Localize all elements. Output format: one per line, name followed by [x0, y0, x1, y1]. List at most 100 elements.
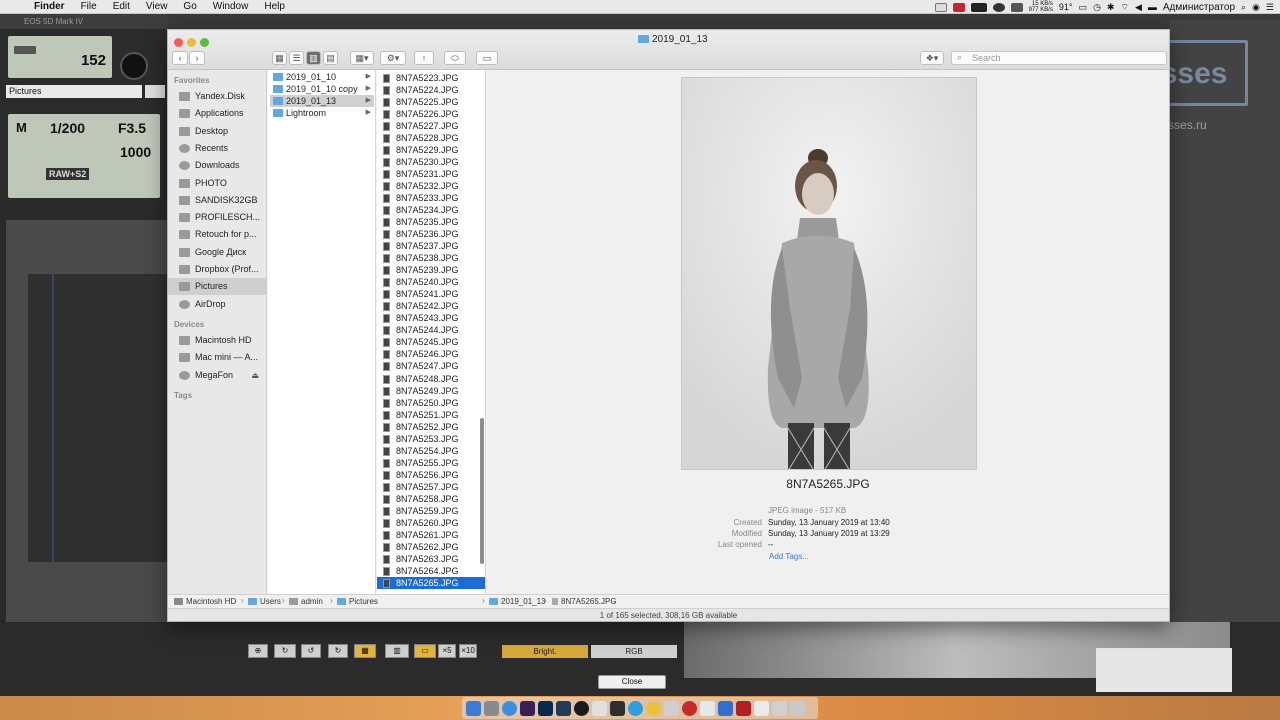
file-row[interactable]: 8N7A5254.JPG [377, 445, 485, 457]
file-row[interactable]: 8N7A5240.JPG [377, 276, 485, 288]
file-row[interactable]: 8N7A5255.JPG [377, 457, 485, 469]
aperture-value[interactable]: F3.5 [118, 120, 146, 136]
volume-icon[interactable]: ◀ [1135, 2, 1142, 13]
downloads-dock-icon[interactable] [772, 700, 787, 716]
file-row[interactable]: 8N7A5258.JPG [377, 493, 485, 505]
sidebar-device[interactable]: Macintosh HD [168, 332, 267, 349]
file-row[interactable]: 8N7A5250.JPG [377, 397, 485, 409]
forward-button[interactable]: › [189, 51, 205, 65]
file-row[interactable]: 8N7A5253.JPG [377, 433, 485, 445]
file-row[interactable]: 8N7A5241.JPG [377, 288, 485, 300]
file-row[interactable]: 8N7A5228.JPG [377, 132, 485, 144]
file-row[interactable]: 8N7A5232.JPG [377, 180, 485, 192]
action-gear-icon[interactable]: ⚙▾ [380, 51, 406, 65]
file-row[interactable]: 8N7A5252.JPG [377, 421, 485, 433]
tags-icon[interactable]: ⬭ [444, 51, 466, 65]
sidebar-item[interactable]: AirDrop [168, 296, 267, 313]
menu-view[interactable]: View [138, 0, 176, 14]
dropbox-icon[interactable]: ❖▾ [920, 51, 944, 65]
path-users[interactable]: Users [248, 597, 281, 606]
iso-value[interactable]: 1000 [120, 144, 151, 160]
rotate-right-icon[interactable]: ↻ [328, 644, 348, 658]
file-row[interactable]: 8N7A5246.JPG [377, 348, 485, 360]
icon-view-icon[interactable]: ▦ [272, 51, 287, 65]
list-view-icon[interactable]: ☰ [289, 51, 304, 65]
path-file[interactable]: 8N7A5265.JPG [552, 597, 617, 606]
file-row[interactable]: 8N7A5234.JPG [377, 204, 485, 216]
file-row[interactable]: 8N7A5229.JPG [377, 144, 485, 156]
sidebar-item[interactable]: PHOTO [168, 175, 267, 192]
premiere-dock-icon[interactable] [520, 700, 535, 716]
flag-icon[interactable]: ▬ [1148, 2, 1157, 12]
file-row[interactable]: 8N7A5261.JPG [377, 529, 485, 541]
auto-rotate-icon[interactable]: ↻ [274, 644, 296, 658]
file-row[interactable]: 8N7A5242.JPG [377, 300, 485, 312]
capture-dock-icon[interactable] [574, 700, 589, 716]
wifi-icon[interactable]: ⌔ [1120, 2, 1128, 13]
file-row[interactable]: 8N7A5239.JPG [377, 264, 485, 276]
app4-dock-icon[interactable] [754, 700, 769, 716]
finder-dock-icon[interactable] [466, 700, 481, 716]
column-view-icon[interactable]: ▥ [306, 51, 321, 65]
file-row[interactable]: 8N7A5260.JPG [377, 517, 485, 529]
app-dock-icon[interactable] [610, 700, 625, 716]
close-window-icon[interactable] [174, 38, 183, 47]
folder-select-button[interactable] [145, 85, 165, 98]
sidebar-device[interactable]: Mac mini — A... [168, 349, 267, 366]
brightness-histogram-tab[interactable]: Bright. [502, 645, 588, 658]
folder-item[interactable]: 2019_01_10 ▶ [270, 71, 374, 83]
preview-dock-icon[interactable] [700, 700, 715, 716]
file-row[interactable]: 8N7A5223.JPG [377, 72, 485, 84]
add-tags-link[interactable]: Add Tags... [769, 552, 809, 561]
path-admin[interactable]: admin [289, 597, 323, 606]
status-display-icon[interactable] [970, 2, 987, 12]
sidebar-item[interactable]: Downloads [168, 157, 267, 174]
sidebar-item[interactable]: Retouch for p... [168, 226, 267, 243]
group-by-icon[interactable]: ▦▾ [350, 51, 374, 65]
camera-dial-icon[interactable] [120, 52, 148, 80]
file-row[interactable]: 8N7A5225.JPG [377, 96, 485, 108]
file-row[interactable]: 8N7A5249.JPG [377, 385, 485, 397]
file-row[interactable]: 8N7A5227.JPG [377, 120, 485, 132]
file-row[interactable]: 8N7A5251.JPG [377, 409, 485, 421]
sidebar-item[interactable]: Pictures [168, 278, 267, 296]
layout-icon[interactable]: ▥ [385, 644, 409, 658]
opera-dock-icon[interactable] [682, 700, 697, 716]
sidebar-item[interactable]: SANDISK32GB [168, 192, 267, 209]
user-name[interactable]: Администратор [1163, 2, 1235, 13]
file-row[interactable]: 8N7A5263.JPG [377, 553, 485, 565]
zoom-fit-icon[interactable]: ▭ [414, 644, 436, 658]
eject-icon[interactable]: ⏏ [251, 367, 259, 384]
music-dock-icon[interactable] [592, 700, 607, 716]
safari-dock-icon[interactable] [502, 700, 517, 716]
destination-folder-field[interactable]: Pictures [6, 85, 142, 98]
file-row[interactable]: 8N7A5233.JPG [377, 192, 485, 204]
grid-view-icon[interactable]: ▦ [354, 644, 376, 658]
file-row[interactable]: 8N7A5264.JPG [377, 565, 485, 577]
shooting-mode[interactable]: M [16, 120, 27, 135]
path-folder[interactable]: 2019_01_13 [489, 597, 546, 606]
rgb-histogram-tab[interactable]: RGB [591, 645, 677, 658]
trash-dock-icon[interactable] [790, 700, 805, 716]
file-row[interactable]: 8N7A5224.JPG [377, 84, 485, 96]
file-row[interactable]: 8N7A5230.JPG [377, 156, 485, 168]
share-icon[interactable]: ↑ [414, 51, 434, 65]
messages-icon[interactable]: ▭ [1079, 2, 1088, 13]
photoshop-dock-icon[interactable] [538, 700, 553, 716]
spotlight-search-icon[interactable]: ⌕ [1241, 2, 1246, 13]
sidebar-item[interactable]: Dropbox (Prof... [168, 261, 267, 278]
sidebar-item[interactable]: Google Диск [168, 244, 267, 261]
menu-app-name[interactable]: Finder [26, 0, 73, 14]
chrome-dock-icon[interactable] [646, 700, 661, 716]
file-row[interactable]: 8N7A5248.JPG [377, 373, 485, 385]
app3-dock-icon[interactable] [718, 700, 733, 716]
status-red-icon[interactable] [952, 2, 965, 12]
launchpad-dock-icon[interactable] [484, 700, 499, 716]
file-row[interactable]: 8N7A5238.JPG [377, 252, 485, 264]
close-button[interactable]: Close [598, 675, 666, 689]
notification-center-icon[interactable]: ☰ [1266, 2, 1274, 13]
eos-utility-dock-icon[interactable] [736, 700, 751, 716]
minimize-window-icon[interactable] [187, 38, 196, 47]
menu-go[interactable]: Go [175, 0, 204, 14]
file-row[interactable]: 8N7A5257.JPG [377, 481, 485, 493]
